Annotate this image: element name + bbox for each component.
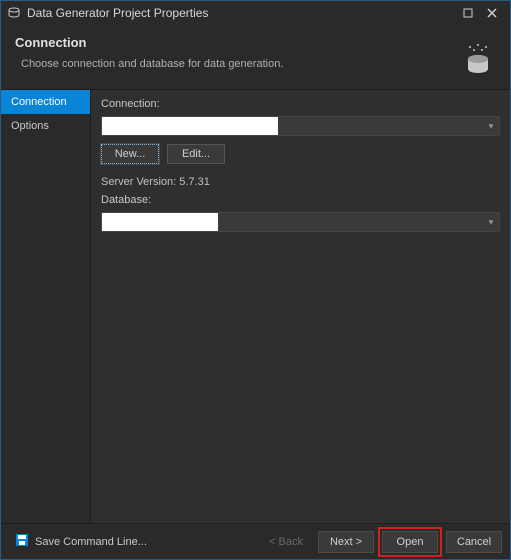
save-command-line-button[interactable]: Save Command Line... [9,529,153,554]
close-button[interactable] [480,3,504,23]
connection-buttons: New... Edit... [101,144,500,164]
back-button: < Back [258,531,314,553]
annotation-highlight: Open [378,527,442,557]
maximize-button[interactable] [456,3,480,23]
open-button[interactable]: Open [382,531,438,553]
wizard-header: Connection Choose connection and databas… [1,25,510,90]
edit-button[interactable]: Edit... [167,144,225,164]
content-panel: Connection: ▾ New... Edit... Server Vers… [91,90,510,523]
chevron-down-icon[interactable]: ▾ [483,121,499,132]
titlebar: Data Generator Project Properties [1,1,510,25]
window-title: Data Generator Project Properties [27,6,456,20]
database-icon [460,41,496,77]
next-button[interactable]: Next > [318,531,374,553]
connection-label: Connection: [101,98,500,110]
connection-value[interactable] [102,117,278,135]
save-command-line-label: Save Command Line... [35,536,147,548]
sidebar-item-options[interactable]: Options [1,114,90,138]
wizard-footer: Save Command Line... < Back Next > Open … [1,523,510,559]
cancel-button[interactable]: Cancel [446,531,502,553]
page-subtitle: Choose connection and database for data … [15,58,450,70]
sidebar: Connection Options [1,90,91,523]
database-value[interactable] [102,213,218,231]
app-icon [7,6,21,20]
chevron-down-icon[interactable]: ▾ [483,217,499,228]
sidebar-item-connection[interactable]: Connection [1,90,90,114]
server-version-label: Server Version: 5.7.31 [101,176,500,188]
dialog-window: Data Generator Project Properties Connec… [0,0,511,560]
wizard-body: Connection Options Connection: ▾ New... … [1,90,510,523]
new-button[interactable]: New... [101,144,159,164]
connection-combo[interactable]: ▾ [101,116,500,136]
save-icon [15,533,29,550]
database-combo[interactable]: ▾ [101,212,500,232]
database-label: Database: [101,194,500,206]
page-title: Connection [15,35,450,50]
